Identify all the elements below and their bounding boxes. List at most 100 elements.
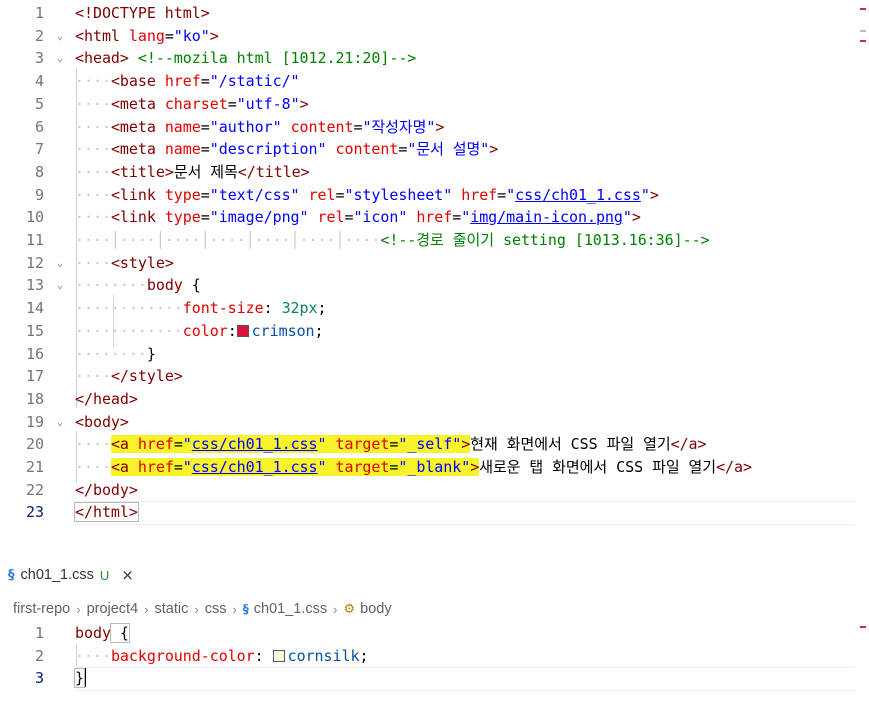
search-highlight: <a href="css/ch01_1.css" target="_blank"…: [110, 458, 480, 476]
code-line[interactable]: 8 ····<title>문서 제목</title>: [0, 161, 869, 184]
code-text: ····<link type="text/css" rel="styleshee…: [75, 185, 659, 204]
code-line[interactable]: 5 ····<meta charset="utf-8">: [0, 93, 869, 116]
untracked-status-badge: U: [99, 567, 110, 583]
line-number: 1: [34, 4, 44, 22]
line-number: 3: [34, 669, 44, 688]
code-text: ····<style>: [75, 253, 174, 272]
chevron-right-icon: ›: [144, 601, 149, 617]
line-number: 9: [34, 185, 44, 204]
code-line[interactable]: 3 ⌄ <head> <!--mozila html [1012.21:20]-…: [0, 47, 869, 70]
chevron-right-icon: ›: [232, 601, 237, 617]
code-text: ····<meta name="author" content="작성자명">: [75, 117, 445, 136]
line-number: 7: [34, 140, 44, 159]
chevron-down-icon[interactable]: ⌄: [52, 252, 68, 275]
chevron-down-icon[interactable]: ⌄: [52, 274, 68, 297]
code-text: </body>: [75, 480, 138, 499]
code-text: ····<link type="image/png" rel="icon" hr…: [75, 208, 641, 227]
file-link[interactable]: img/main-icon.png: [470, 208, 623, 226]
code-line[interactable]: 23 </html>: [0, 501, 869, 524]
code-text: ····<base href="/static/": [75, 72, 300, 91]
code-text: ····<meta charset="utf-8">: [75, 94, 309, 113]
code-line[interactable]: 12 ⌄ ····<style>: [0, 252, 869, 275]
code-line[interactable]: 2 ····background-color: cornsilk;: [0, 645, 869, 668]
file-link[interactable]: css/ch01_1.css: [192, 435, 318, 453]
breadcrumb-item[interactable]: ch01_1.css: [254, 601, 327, 617]
code-line[interactable]: 9 ····<link type="text/css" rel="stylesh…: [0, 184, 869, 207]
code-line[interactable]: 14 ············font-size: 32px;: [0, 297, 869, 320]
tab-label: ch01_1.css: [20, 567, 94, 583]
line-number: 22: [25, 480, 44, 499]
line-number: 20: [25, 435, 44, 454]
code-text: </html>: [74, 502, 139, 523]
breadcrumb-item[interactable]: body: [360, 601, 391, 617]
css-editor[interactable]: 1 body { 2 ····background-color: cornsil…: [0, 620, 869, 710]
code-line[interactable]: 6 ····<meta name="author" content="작성자명"…: [0, 116, 869, 139]
code-text: <body>: [75, 412, 129, 431]
line-number: 15: [25, 321, 44, 340]
chevron-down-icon[interactable]: ⌄: [52, 47, 68, 70]
file-link[interactable]: css/ch01_1.css: [515, 186, 641, 204]
overview-ruler-mark: [860, 626, 866, 628]
text-cursor: [83, 668, 86, 688]
line-number: 19: [25, 412, 44, 431]
code-text: ········body {: [75, 276, 201, 295]
code-text: ····<meta name="description" content="문서…: [75, 140, 499, 159]
overview-ruler-mark: [860, 30, 866, 32]
breadcrumb-item[interactable]: static: [155, 601, 189, 617]
close-icon[interactable]: ×: [121, 566, 134, 584]
chevron-down-icon[interactable]: ⌄: [52, 411, 68, 434]
line-number: 11: [25, 231, 44, 249]
code-line[interactable]: 13 ⌄ ········body {: [0, 274, 869, 297]
code-text: ····<a href="css/ch01_1.css" target="_bl…: [75, 458, 752, 476]
line-number: 12: [25, 253, 44, 272]
code-line[interactable]: 19 ⌄ <body>: [0, 411, 869, 434]
code-text: ············color: crimson;: [75, 321, 324, 340]
code-line[interactable]: 21 ····<a href="css/ch01_1.css" target="…: [0, 456, 869, 479]
code-line[interactable]: 7 ····<meta name="description" content="…: [0, 138, 869, 161]
code-line[interactable]: 20 ····<a href="css/ch01_1.css" target="…: [0, 433, 869, 456]
breadcrumb-item[interactable]: project4: [87, 601, 139, 617]
breadcrumb-item[interactable]: first-repo: [13, 601, 70, 617]
line-number: 16: [25, 344, 44, 363]
code-line[interactable]: 4 ····<base href="/static/": [0, 70, 869, 93]
code-line[interactable]: 3 }: [0, 667, 869, 690]
line-number: 14: [25, 299, 44, 318]
line-number: 6: [34, 117, 44, 136]
code-line[interactable]: 16 ········}: [0, 343, 869, 366]
code-line[interactable]: 2 ⌄ <html lang="ko">: [0, 25, 869, 48]
tab-ch01-1-css[interactable]: § ch01_1.css U ×: [0, 556, 140, 594]
overview-ruler-mark: [860, 40, 866, 42]
overview-ruler-mark: [860, 8, 866, 10]
file-link[interactable]: css/ch01_1.css: [192, 458, 318, 476]
editor-tab-bar: § ch01_1.css U ×: [0, 556, 869, 594]
line-number: 2: [34, 646, 44, 665]
code-text: }: [74, 668, 86, 689]
code-line[interactable]: 17 ····</style>: [0, 365, 869, 388]
code-line[interactable]: 1 body {: [0, 622, 869, 645]
code-line[interactable]: 18 </head>: [0, 388, 869, 411]
breadcrumb: first-repo › project4 › static › css › §…: [0, 597, 869, 621]
code-line[interactable]: 22 </body>: [0, 479, 869, 502]
code-text: ····</style>: [75, 367, 183, 386]
line-number: 23: [25, 503, 44, 522]
breadcrumb-item[interactable]: css: [205, 601, 227, 617]
code-line[interactable]: 10 ····<link type="image/png" rel="icon"…: [0, 206, 869, 229]
code-text: ····<a href="css/ch01_1.css" target="_se…: [75, 435, 707, 454]
code-line[interactable]: 1 <!DOCTYPE html>: [0, 2, 869, 25]
code-text: ····background-color: cornsilk;: [75, 646, 369, 665]
color-swatch[interactable]: [236, 324, 249, 337]
color-swatch[interactable]: [272, 649, 285, 662]
code-text: <!DOCTYPE html>: [75, 4, 210, 22]
line-number: 2: [34, 26, 44, 45]
css-file-icon: §: [8, 567, 15, 583]
line-number: 5: [34, 94, 44, 113]
line-number: 1: [34, 624, 44, 642]
code-line[interactable]: 11 ····│····│····│····│····│····│····<!-…: [0, 229, 869, 252]
chevron-down-icon[interactable]: ⌄: [52, 25, 68, 48]
code-text: ············font-size: 32px;: [75, 299, 327, 318]
code-line[interactable]: 15 ············color: crimson;: [0, 320, 869, 343]
line-number: 21: [25, 458, 44, 476]
html-editor[interactable]: 1 <!DOCTYPE html> 2 ⌄ <html lang="ko"> 3…: [0, 0, 869, 530]
code-text: <head> <!--mozila html [1012.21:20]-->: [75, 49, 417, 68]
code-text: ····<title>문서 제목</title>: [75, 162, 310, 181]
